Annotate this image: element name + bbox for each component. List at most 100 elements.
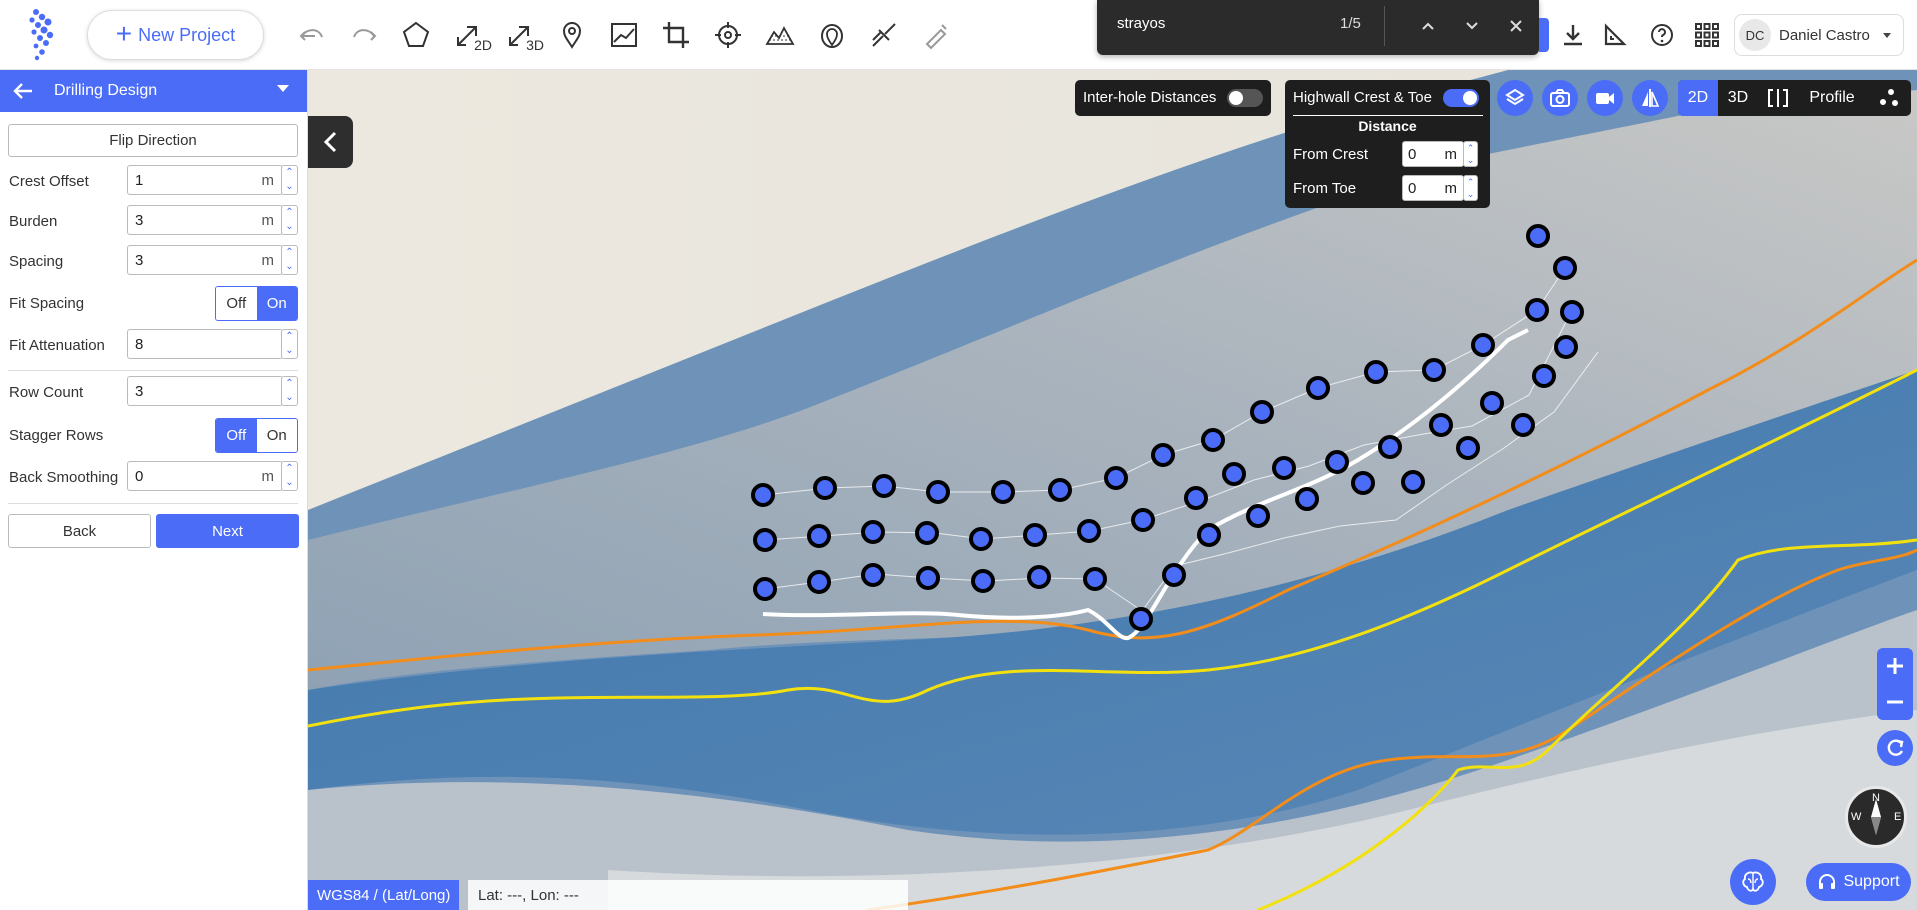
pen-tool-button[interactable] xyxy=(918,17,954,53)
find-next-button[interactable] xyxy=(1458,12,1486,40)
back-button[interactable]: Back xyxy=(8,514,151,548)
new-project-button[interactable]: + New Project xyxy=(87,10,264,60)
chevron-up-icon[interactable]: ⌃ xyxy=(285,332,293,342)
from-toe-input[interactable]: 0 m xyxy=(1402,175,1464,201)
marker-tool-button[interactable] xyxy=(554,17,590,53)
view-2d-button[interactable]: 2D xyxy=(1678,80,1718,116)
user-menu[interactable]: DC Daniel Castro xyxy=(1734,14,1904,56)
chevron-down-icon[interactable]: ⌄ xyxy=(285,262,293,272)
compass-north: N xyxy=(1872,792,1880,804)
volume-icon xyxy=(765,26,795,45)
screenshot-button[interactable] xyxy=(1542,80,1578,116)
stagger-rows-off[interactable]: Off xyxy=(216,419,257,452)
crest-offset-stepper[interactable]: ⌃ ⌄ xyxy=(281,165,298,195)
chevron-up-icon[interactable]: ⌃ xyxy=(1467,143,1475,153)
target-tool-button[interactable] xyxy=(710,17,746,53)
location-tool-button[interactable] xyxy=(814,17,850,53)
fit-attenuation-input[interactable]: 8 xyxy=(127,329,283,359)
spacing-input[interactable]: 3 m xyxy=(127,245,283,275)
highwall-switch[interactable] xyxy=(1443,89,1479,107)
point-cloud-button[interactable] xyxy=(1866,80,1911,116)
back-smoothing-input[interactable]: 0 m xyxy=(127,461,283,491)
find-close-button[interactable] xyxy=(1502,12,1530,40)
spacing-stepper[interactable]: ⌃ ⌄ xyxy=(281,245,298,275)
row-count-input[interactable]: 3 xyxy=(127,376,283,406)
inter-hole-distances-switch[interactable] xyxy=(1227,89,1263,107)
chevron-down-icon[interactable]: ⌄ xyxy=(285,393,293,403)
chevron-up-icon[interactable]: ⌃ xyxy=(285,208,293,218)
chevron-down-icon[interactable]: ⌄ xyxy=(285,346,293,356)
next-button[interactable]: Next xyxy=(156,514,299,548)
redo-button[interactable] xyxy=(346,17,382,53)
burden-label: Burden xyxy=(9,213,58,230)
find-previous-button[interactable] xyxy=(1414,12,1442,40)
from-toe-stepper[interactable]: ⌃ ⌄ xyxy=(1463,175,1478,201)
strayos-logo[interactable] xyxy=(22,8,62,62)
headset-icon xyxy=(1819,874,1836,889)
volume-tool-button[interactable] xyxy=(762,17,798,53)
switch-knob xyxy=(1463,91,1477,105)
profile-tool-button[interactable] xyxy=(606,17,642,53)
burden-input[interactable]: 3 m xyxy=(127,205,283,235)
download-button[interactable] xyxy=(1558,20,1588,50)
spacing-unit: m xyxy=(261,252,275,269)
from-crest-unit: m xyxy=(1444,146,1458,163)
compass[interactable]: N E W xyxy=(1845,786,1907,848)
chevron-down-icon[interactable]: ⌄ xyxy=(285,222,293,232)
chevron-down-icon[interactable]: ⌄ xyxy=(1467,189,1475,199)
back-arrow-icon[interactable] xyxy=(12,80,34,102)
crop-tool-button[interactable] xyxy=(658,17,694,53)
back-smoothing-stepper[interactable]: ⌃ ⌄ xyxy=(281,461,298,491)
row-count-value: 3 xyxy=(135,383,144,400)
stagger-rows-on[interactable]: On xyxy=(256,419,297,452)
measure-2d-button[interactable]: 2D xyxy=(450,17,492,53)
find-input[interactable] xyxy=(1117,15,1317,32)
ai-assistant-button[interactable] xyxy=(1730,859,1776,905)
reset-rotation-button[interactable] xyxy=(1877,730,1913,766)
find-count: 1/5 xyxy=(1340,15,1361,32)
chevron-up-icon[interactable]: ⌃ xyxy=(285,379,293,389)
flip-direction-button[interactable]: Flip Direction xyxy=(8,124,298,157)
fit-spacing-on[interactable]: On xyxy=(256,287,297,320)
map-viewport[interactable] xyxy=(308,70,1917,910)
chevron-down-icon[interactable]: ⌄ xyxy=(285,182,293,192)
chevron-up-icon[interactable]: ⌃ xyxy=(285,464,293,474)
undo-button[interactable] xyxy=(294,17,330,53)
view-3d-button[interactable]: 3D xyxy=(1718,80,1758,116)
compare-button[interactable] xyxy=(1632,80,1668,116)
crest-offset-input[interactable]: 1 m xyxy=(127,165,283,195)
measure-3d-button[interactable]: 3D xyxy=(502,17,544,53)
chevron-up-icon[interactable]: ⌃ xyxy=(285,248,293,258)
from-crest-stepper[interactable]: ⌃ ⌄ xyxy=(1463,141,1478,167)
zoom-in-button[interactable] xyxy=(1877,648,1913,684)
coordinate-system-selector[interactable]: WGS84 / (Lat/Long) xyxy=(308,880,460,910)
apps-grid-button[interactable] xyxy=(1692,20,1722,50)
back-smoothing-value: 0 xyxy=(135,468,144,485)
from-crest-input[interactable]: 0 m xyxy=(1402,141,1464,167)
chevron-up-icon[interactable]: ⌃ xyxy=(285,168,293,178)
panel-header[interactable]: Drilling Design xyxy=(0,70,307,112)
help-button[interactable] xyxy=(1647,20,1677,50)
dropdown-caret-icon[interactable] xyxy=(277,85,289,92)
crest-offset-label: Crest Offset xyxy=(9,173,89,190)
chevron-up-icon[interactable]: ⌃ xyxy=(1467,177,1475,187)
video-button[interactable] xyxy=(1587,80,1623,116)
polygon-tool-button[interactable] xyxy=(398,17,434,53)
row-count-label: Row Count xyxy=(9,384,84,401)
split-view-button[interactable] xyxy=(1758,80,1798,116)
collapse-panel-button[interactable] xyxy=(308,116,353,168)
drill-tool-button[interactable] xyxy=(866,17,902,53)
hidden-toolbar-button[interactable] xyxy=(1539,18,1549,52)
support-button[interactable]: Support xyxy=(1806,863,1911,901)
layers-button[interactable] xyxy=(1497,80,1533,116)
view-profile-button[interactable]: Profile xyxy=(1798,80,1866,116)
new-project-label: New Project xyxy=(138,24,236,45)
zoom-out-button[interactable] xyxy=(1877,684,1913,720)
chevron-down-icon[interactable]: ⌄ xyxy=(285,478,293,488)
fit-attenuation-stepper[interactable]: ⌃ ⌄ xyxy=(281,329,298,359)
ruler-button[interactable] xyxy=(1600,20,1630,50)
burden-stepper[interactable]: ⌃ ⌄ xyxy=(281,205,298,235)
chevron-down-icon[interactable]: ⌄ xyxy=(1467,155,1475,165)
row-count-stepper[interactable]: ⌃ ⌄ xyxy=(281,376,298,406)
fit-spacing-off[interactable]: Off xyxy=(216,287,257,320)
